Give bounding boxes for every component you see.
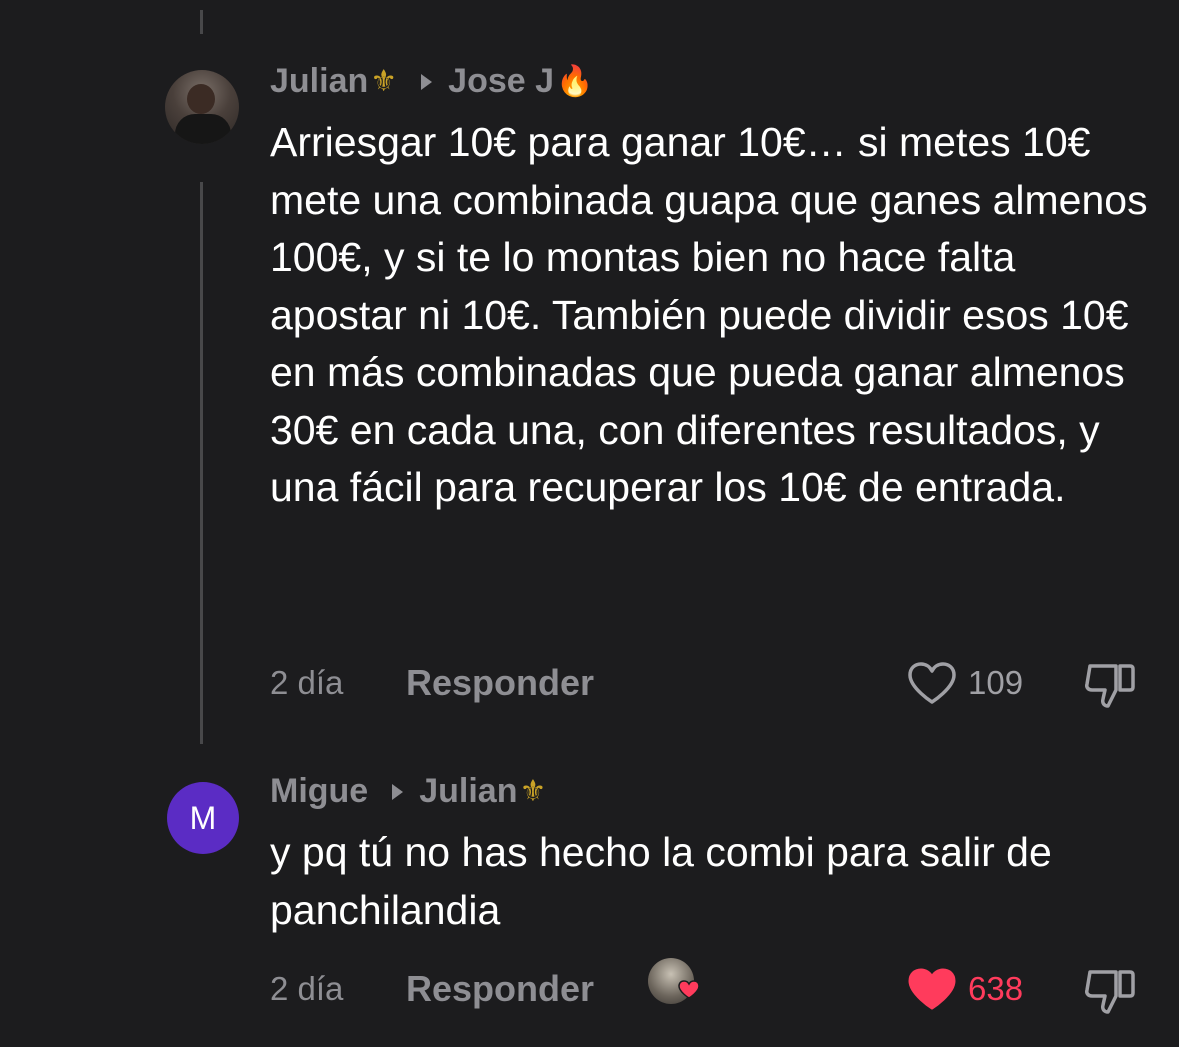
creator-liked-heart-icon: [678, 980, 700, 999]
heart-outline-icon: [908, 662, 956, 704]
comment-footer: 2 día Responder 109: [270, 660, 1139, 708]
comment-time: 2 día: [270, 664, 344, 701]
comment-header: Julian ⚜ Jose J 🔥: [270, 62, 593, 101]
author-name[interactable]: Migue: [270, 772, 368, 811]
fleur-de-lis-icon: ⚜: [519, 775, 547, 808]
fire-icon: 🔥: [556, 65, 594, 98]
reply-to-name[interactable]: Julian: [419, 772, 517, 811]
fleur-de-lis-icon: ⚜: [370, 65, 398, 98]
thread-line: [200, 10, 203, 34]
heart-filled-icon: [908, 968, 956, 1010]
comment-text: y pq tú no has hecho la combi para salir…: [270, 829, 1052, 933]
user-avatar[interactable]: M: [167, 782, 239, 854]
comment-footer: 2 día Responder 638: [270, 958, 1139, 1014]
like-button[interactable]: 638: [906, 966, 1023, 1012]
thumbs-down-icon: [1085, 970, 1135, 1014]
reply-button[interactable]: Responder: [406, 662, 594, 704]
thumbs-down-icon: [1085, 664, 1135, 708]
reply-button[interactable]: Responder: [406, 968, 594, 1010]
comment-header: Migue Julian ⚜: [270, 772, 546, 811]
author-name[interactable]: Julian: [270, 62, 368, 101]
user-avatar[interactable]: [165, 70, 239, 144]
like-count: 109: [968, 664, 1024, 701]
avatar-letter: M: [189, 799, 217, 836]
dislike-button[interactable]: [1082, 660, 1138, 717]
like-count: 638: [968, 970, 1024, 1007]
comment-text: Arriesgar 10€ para ganar 10€… si metes 1…: [270, 119, 1148, 510]
avatar-body-shape: [175, 114, 231, 144]
like-button[interactable]: 109: [906, 660, 1023, 706]
reply-arrow-icon: [392, 783, 404, 800]
dislike-button[interactable]: [1082, 966, 1138, 1023]
reply-arrow-icon: [421, 73, 433, 90]
reply-to-name[interactable]: Jose J: [448, 62, 554, 101]
avatar-head-shape: [187, 84, 215, 114]
comment-time: 2 día: [270, 970, 344, 1007]
thread-line: [200, 182, 203, 744]
